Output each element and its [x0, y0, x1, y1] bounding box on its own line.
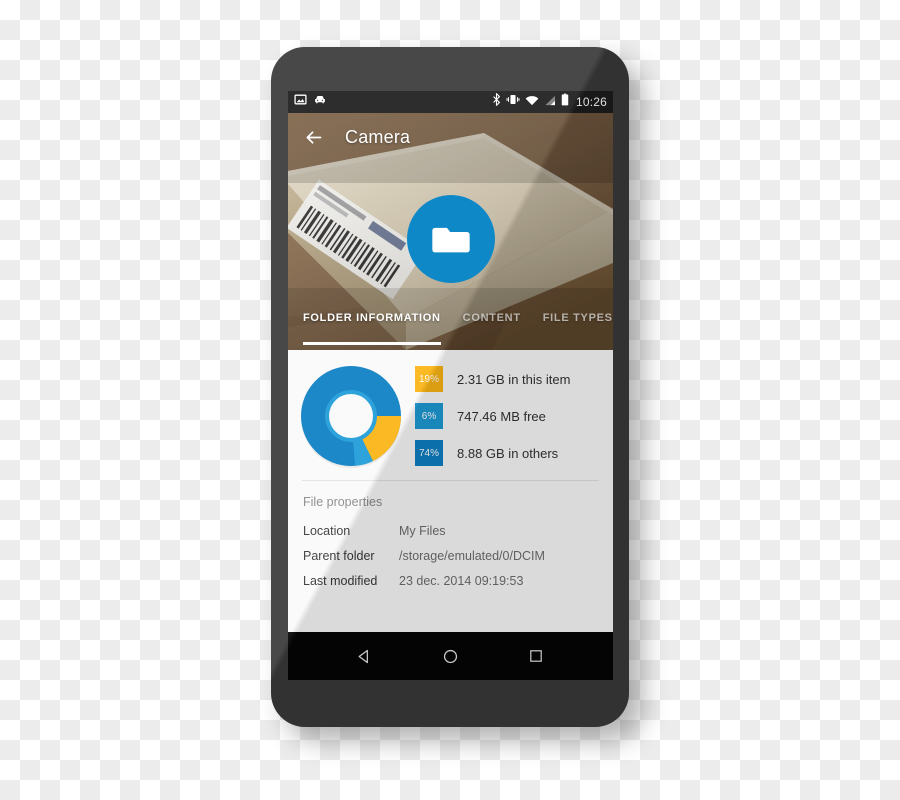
page-title: Camera — [345, 126, 411, 147]
nav-back-button[interactable] — [348, 639, 382, 673]
donut-chart-wrap — [288, 364, 413, 468]
phone-device: 10:26 Camera FOLDER INFORMATION CONTENT … — [271, 47, 629, 727]
status-bar-notifications — [294, 93, 327, 111]
property-value: /storage/emulated/0/DCIM — [399, 549, 545, 563]
bluetooth-icon — [492, 93, 501, 111]
signal-icon — [544, 93, 556, 111]
status-bar-system: 10:26 — [492, 93, 607, 111]
tab-bar: FOLDER INFORMATION CONTENT FILE TYPES — [288, 308, 613, 350]
back-button[interactable] — [301, 125, 325, 149]
property-key: Location — [303, 524, 351, 538]
property-key: Last modified — [303, 574, 378, 588]
folder-photo-header: Camera FOLDER INFORMATION CONTENT FILE T… — [288, 113, 613, 350]
legend-item: 19% 2.31 GB in this item — [415, 366, 613, 392]
legend-percent-badge: 6% — [415, 403, 443, 429]
image-icon — [294, 93, 307, 111]
nav-home-button[interactable] — [433, 639, 467, 673]
folder-icon — [431, 227, 470, 253]
tab-file-types[interactable]: FILE TYPES — [543, 308, 613, 324]
android-navigation-bar — [288, 632, 613, 680]
file-properties-section: File properties Location My Files Parent… — [288, 481, 613, 588]
property-row-last-modified: Last modified 23 dec. 2014 09:19:53 — [303, 574, 598, 588]
car-icon — [313, 93, 327, 111]
recents-square-icon — [530, 650, 542, 662]
property-value: My Files — [399, 524, 446, 538]
legend-label: 747.46 MB free — [457, 408, 546, 424]
wifi-icon — [525, 93, 539, 111]
legend-percent-badge: 74% — [415, 440, 443, 466]
folder-badge — [406, 195, 495, 283]
storage-chart-row: 19% 2.31 GB in this item 6% 747.46 MB fr… — [288, 350, 613, 480]
property-row-parent-folder: Parent folder /storage/emulated/0/DCIM — [303, 549, 598, 563]
tab-content[interactable]: CONTENT — [463, 308, 521, 324]
phone-screen: 10:26 Camera FOLDER INFORMATION CONTENT … — [288, 91, 613, 680]
app-toolbar: Camera — [288, 113, 613, 161]
vibrate-icon — [506, 93, 520, 111]
property-row-location: Location My Files — [303, 524, 598, 538]
nav-recents-button[interactable] — [519, 639, 553, 673]
storage-legend: 19% 2.31 GB in this item 6% 747.46 MB fr… — [413, 366, 613, 466]
legend-label: 2.31 GB in this item — [457, 371, 571, 387]
legend-item: 74% 8.88 GB in others — [415, 440, 613, 466]
screenshot-canvas: 10:26 Camera FOLDER INFORMATION CONTENT … — [0, 0, 900, 800]
legend-percent-badge: 19% — [415, 366, 443, 392]
legend-label: 8.88 GB in others — [457, 445, 559, 461]
tab-folder-information[interactable]: FOLDER INFORMATION — [303, 308, 441, 345]
back-triangle-icon — [358, 649, 369, 663]
property-key: Parent folder — [303, 549, 375, 563]
file-properties-title: File properties — [303, 495, 383, 509]
status-bar: 10:26 — [288, 91, 613, 113]
home-circle-icon — [443, 649, 458, 663]
storage-donut-chart — [300, 366, 401, 468]
property-value: 23 dec. 2014 09:19:53 — [399, 574, 524, 588]
status-bar-clock: 10:26 — [575, 95, 607, 109]
folder-information-panel: 19% 2.31 GB in this item 6% 747.46 MB fr… — [288, 350, 613, 632]
battery-icon — [561, 93, 569, 111]
arrow-left-icon — [306, 130, 321, 144]
legend-item: 6% 747.46 MB free — [415, 403, 613, 429]
